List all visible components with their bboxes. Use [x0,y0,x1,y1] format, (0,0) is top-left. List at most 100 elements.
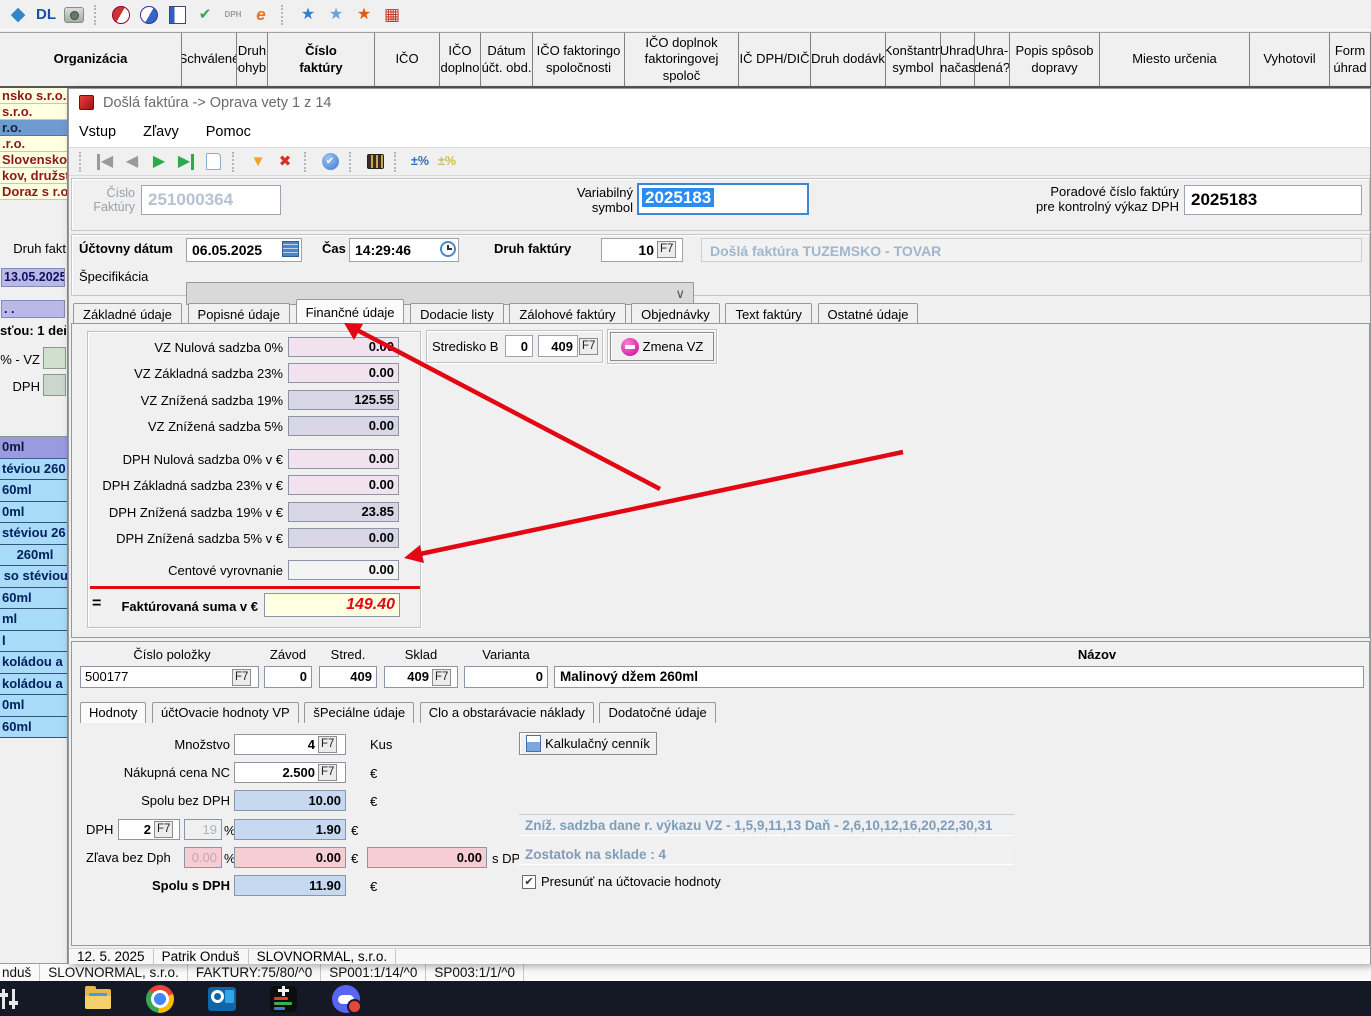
dph-0-input[interactable]: 0.00 [288,449,399,469]
dph-blue-circle-icon[interactable] [137,3,161,27]
item-row[interactable]: 260ml [0,545,68,567]
fakturovana-suma-input[interactable]: 149.40 [264,593,400,617]
vz-23-input[interactable]: 0.00 [288,363,399,383]
zlava-pct-input[interactable]: 0.00 [184,847,222,868]
presunut-checkbox[interactable]: ✔ [522,875,536,889]
dph-check-icon[interactable]: ✔ [193,3,217,27]
dph-book-icon[interactable] [165,3,189,27]
vz-0-input[interactable]: 0.00 [288,337,399,357]
nakupna-cena-f7-button[interactable]: F7 [318,764,337,781]
star-fire-icon[interactable]: ★ [352,3,376,27]
last-record-icon[interactable]: ▶ [174,150,198,174]
zlava-sdph-input[interactable]: 0.00 [367,847,487,868]
org-row-selected[interactable]: r.o. [0,120,68,136]
item-row[interactable]: koládou a r [0,652,68,674]
blank-page-icon[interactable] [201,150,225,174]
zmena-vz-button[interactable]: Zmena VZ [610,332,714,361]
dl-icon[interactable]: DL [34,3,58,27]
item-row[interactable]: 60ml [0,588,68,610]
org-row[interactable]: Slovensko, [0,152,68,168]
move-down-icon[interactable]: ▼ [246,150,270,174]
planner-icon[interactable] [270,985,298,1013]
tab-uctovacie-hodnoty[interactable]: účtOvacie hodnoty VP [152,702,299,723]
item-row[interactable]: l [0,631,68,653]
side-date-field[interactable]: 13.05.2025 [1,268,65,287]
vz-5-input[interactable]: 0.00 [288,416,399,436]
zavod-input[interactable]: 0 [264,666,312,688]
app-diamond-icon[interactable]: ◆ [6,3,30,27]
tweaks-icon[interactable] [0,985,22,1013]
tab-dodatocne-udaje[interactable]: Dodatočné údaje [599,702,715,723]
kalkulacny-cennik-button[interactable]: Kalkulačný cenník [519,732,657,755]
dph-suma-input[interactable]: 1.90 [234,819,346,840]
item-row[interactable]: 0ml [0,695,68,717]
dph-gray-icon[interactable]: DPH [221,3,245,27]
calendar-icon[interactable] [282,241,299,257]
file-explorer-icon[interactable] [84,985,112,1013]
grid-col-schvalene[interactable]: Schválené [182,33,237,86]
vz-19-input[interactable]: 125.55 [288,390,399,410]
dph-19-input[interactable]: 23.85 [288,502,399,522]
dph-red-circle-icon[interactable] [109,3,133,27]
side-date-field-2[interactable]: . . [1,300,65,318]
item-row[interactable]: so stéviou [0,566,68,588]
grid-col-uhradena[interactable]: Uhra- dená? [975,33,1010,86]
zlava-eur-input[interactable]: 0.00 [234,847,346,868]
tab-hodnoty[interactable]: Hodnoty [80,702,146,723]
org-row[interactable]: Doraz s r.o [0,184,68,200]
star-blue-icon[interactable]: ★ [296,3,320,27]
org-row[interactable]: kov, družst [0,168,68,184]
poradove-cislo-input[interactable]: 2025183 [1184,185,1362,215]
item-row[interactable]: koládou a r [0,674,68,696]
org-row[interactable]: .r.o. [0,136,68,152]
grid-col-druh-dodavky[interactable]: Druh dodávk [811,33,886,86]
grid-col-cislo-faktury[interactable]: Číslo faktúry [268,33,375,86]
percent-inactive-icon[interactable]: ±% [435,150,459,174]
item-row-selected[interactable]: 0ml [0,437,68,459]
grid-col-organizacia[interactable]: Organizácia [0,33,182,86]
star-outline-icon[interactable]: ★ [324,3,348,27]
grid-col-ico-faktoring[interactable]: IČO faktoringo spoločnosti [533,33,625,86]
menu-zlavy[interactable]: Zľavy [143,124,179,140]
clock-icon[interactable] [440,241,456,257]
stredisko-f7-button[interactable]: F7 [579,338,598,355]
dph-23-input[interactable]: 0.00 [288,475,399,495]
grid-col-ico[interactable]: IČO [375,33,440,86]
grid-col-miesto-urcenia[interactable]: Miesto určenia [1100,33,1250,86]
item-row[interactable]: téviou 260 [0,459,68,481]
druh-faktury-f7-button[interactable]: F7 [657,241,676,258]
dph-sadzba-input[interactable]: 19 [184,819,222,840]
dph-kod-f7-button[interactable]: F7 [154,821,173,838]
cislo-polozky-f7-button[interactable]: F7 [232,669,251,686]
tab-financne-udaje[interactable]: Finančné údaje [296,299,405,324]
grid-col-ico-doplnok-faktoring[interactable]: IČO doplnok faktoringovej spoloč [625,33,739,86]
prev-record-icon[interactable]: ◀ [120,150,144,174]
first-record-icon[interactable]: ◀ [93,150,117,174]
variabilny-symbol-input[interactable]: 2025183 [637,183,809,215]
item-row[interactable]: 60ml [0,480,68,502]
grid-col-ic-dph[interactable]: IČ DPH/DIČ [739,33,811,86]
item-row[interactable]: 60ml [0,717,68,739]
confirm-icon[interactable]: ✔ [318,150,342,174]
item-row[interactable]: stéviou 26 [0,523,68,545]
org-row[interactable]: s.r.o. [0,104,68,120]
outlook-icon[interactable] [208,985,236,1013]
spolu-bez-dph-input[interactable]: 10.00 [234,790,346,811]
item-row[interactable]: ml [0,609,68,631]
delete-icon[interactable]: ✖ [273,150,297,174]
comb-red-icon[interactable]: ▦ [380,3,404,27]
org-row[interactable]: nsko s.r.o. [0,88,68,104]
sklad-f7-button[interactable]: F7 [432,669,451,686]
grid-col-ico-doplnok[interactable]: IČO doplno [440,33,481,86]
centove-vyrovnanie-input[interactable]: 0.00 [288,560,399,580]
grid-col-konstantny-symbol[interactable]: Konštantn symbol [886,33,941,86]
grid-col-datum-uct-obd[interactable]: Dátum účt. obd. [481,33,533,86]
snapshot-icon[interactable] [62,3,86,27]
varianta-input[interactable]: 0 [464,666,548,688]
tab-clo-naklady[interactable]: Clo a obstarávacie náklady [420,702,594,723]
next-record-icon[interactable]: ▶ [147,150,171,174]
tab-specialne-udaje[interactable]: šPeciálne údaje [304,702,414,723]
spolu-s-dph-input[interactable]: 11.90 [234,875,346,896]
mnozstvo-f7-button[interactable]: F7 [318,736,337,753]
grid-col-popis-dopravy[interactable]: Popis spôsob dopravy [1010,33,1100,86]
